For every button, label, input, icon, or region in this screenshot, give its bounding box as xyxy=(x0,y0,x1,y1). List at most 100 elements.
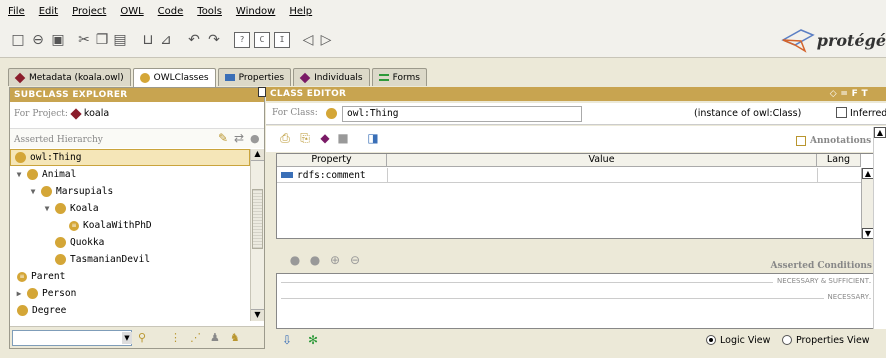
defined-class-icon: ≡ xyxy=(17,271,27,282)
paste-icon[interactable]: ▤ xyxy=(112,32,128,48)
new-annotation-icon[interactable]: ⎙ xyxy=(278,131,292,145)
tree-row[interactable]: owl:Thing xyxy=(10,149,250,166)
forward-icon[interactable]: ▷ xyxy=(318,32,334,48)
class-circle-icon xyxy=(326,108,337,119)
cluster-icon[interactable]: ♞ xyxy=(230,331,240,344)
cut-icon[interactable]: ✂ xyxy=(76,32,92,48)
new-project-icon[interactable]: □ xyxy=(10,32,26,48)
add-named-class-icon[interactable]: ⊕ xyxy=(328,253,342,267)
collapse-icon[interactable]: ▼ xyxy=(42,204,52,213)
class-circle-icon xyxy=(55,203,66,214)
tree-row-label: owl:Thing xyxy=(30,152,82,163)
tree-row-label: Person xyxy=(42,288,77,299)
collapse-icon[interactable]: ▼ xyxy=(28,187,38,196)
tree-row[interactable]: ≡Female xyxy=(10,319,250,321)
add-value-icon[interactable]: ⎘ xyxy=(298,131,312,145)
diamond-icon xyxy=(70,107,82,120)
collapse-split-icon[interactable] xyxy=(258,87,266,97)
open-project-icon[interactable]: ⊖ xyxy=(30,32,46,48)
tab-individuals[interactable]: Individuals xyxy=(293,68,370,86)
tree-row-label: Koala xyxy=(70,203,99,214)
menu-file[interactable]: File xyxy=(8,6,25,17)
class-editor: CLASS EDITOR ◇ = F T For Class: owl:Thin… xyxy=(266,87,886,349)
copy-icon[interactable]: ❐ xyxy=(94,32,110,48)
menu-window[interactable]: Window xyxy=(236,6,275,17)
properties-view-radio[interactable] xyxy=(782,335,792,345)
class-name-field[interactable]: owl:Thing xyxy=(342,106,582,122)
tree-scrollbar[interactable]: ▲ ▼ xyxy=(250,149,264,321)
individual-nav-icon[interactable]: I xyxy=(274,32,290,48)
tree-row-label: TasmanianDevil xyxy=(70,254,151,265)
editor-footer: ⇩ ✻ Logic View Properties View xyxy=(280,333,870,347)
tree-row[interactable]: ▼ Marsupials xyxy=(10,183,250,200)
bug-icon[interactable]: ✻ xyxy=(306,333,320,347)
tree-row[interactable]: TasmanianDevil xyxy=(10,251,250,268)
table-row[interactable]: rdfs:comment xyxy=(277,168,861,183)
tree-row[interactable]: Degree xyxy=(10,302,250,319)
inferred-view-checkbox[interactable] xyxy=(836,107,847,118)
tab-properties[interactable]: Properties xyxy=(217,68,292,86)
search-dropdown-icon[interactable]: ▼ xyxy=(122,332,132,344)
redo-icon[interactable]: ↷ xyxy=(206,32,222,48)
protege-logo-icon xyxy=(781,29,815,53)
search-input[interactable] xyxy=(12,330,132,346)
tree-row-label: Animal xyxy=(42,169,77,180)
save-project-icon[interactable]: ▣ xyxy=(50,32,66,48)
tab-metadata[interactable]: Metadata (koala.owl) xyxy=(8,68,131,86)
insert-icon[interactable]: ⊔ xyxy=(140,32,156,48)
tab-bar: Metadata (koala.owl) OWLClasses Properti… xyxy=(8,68,427,87)
class-circle-icon xyxy=(139,73,150,83)
menu-bar: File Edit Project OWL Code Tools Window … xyxy=(0,0,886,22)
collapse-icon[interactable]: ⋰ xyxy=(190,331,201,344)
query-icon[interactable]: ? xyxy=(234,32,250,48)
toolbar: □ ⊖ ▣ ✂ ❐ ▤ ⊔ ⊿ ↶ ↷ ? C I ◁ ▷ protégé xyxy=(0,22,886,58)
tree-row-label: KoalaWithPhD xyxy=(83,220,152,231)
expand-icon[interactable]: ▶ xyxy=(14,289,24,298)
subclass-explorer-header: SUBCLASS EXPLORER xyxy=(10,88,264,102)
widget-icon[interactable]: ◨ xyxy=(366,131,380,145)
tree-row[interactable]: ≡ KoalaWithPhD xyxy=(10,217,250,234)
tree-row[interactable]: ▼ Koala xyxy=(10,200,250,217)
back-icon[interactable]: ◁ xyxy=(300,32,316,48)
create-subclass-icon[interactable]: ✎ xyxy=(218,131,228,145)
menu-tools[interactable]: Tools xyxy=(197,6,222,17)
find-icon[interactable]: ⚲ xyxy=(138,331,146,344)
collapse-icon[interactable]: ▼ xyxy=(14,170,24,179)
remove-condition-icon[interactable]: ⊖ xyxy=(348,253,362,267)
editor-scrollbar[interactable]: ▲ xyxy=(873,127,886,329)
export-icon[interactable]: ⊿ xyxy=(158,32,174,48)
tree-row[interactable]: ▶ Person xyxy=(10,285,250,302)
add-individual-icon[interactable]: ◆ xyxy=(318,131,332,145)
create-condition-icon[interactable]: ● xyxy=(308,253,322,267)
delete-class-icon[interactable]: ● xyxy=(250,132,260,145)
tab-owlclasses[interactable]: OWLClasses xyxy=(132,68,216,87)
import-icon[interactable]: ⇩ xyxy=(280,333,294,347)
tree-row[interactable]: ≡ Parent xyxy=(10,268,250,285)
for-class-row: For Class: owl:Thing (instance of owl:Cl… xyxy=(266,103,886,125)
menu-edit[interactable]: Edit xyxy=(39,6,58,17)
class-circle-icon xyxy=(55,237,66,248)
tree-row[interactable]: ▼ Animal xyxy=(10,166,250,183)
class-circle-icon xyxy=(27,288,38,299)
create-sibling-icon[interactable]: ⇄ xyxy=(234,131,244,145)
logic-view-radio[interactable] xyxy=(706,335,716,345)
tree-row[interactable]: Quokka xyxy=(10,234,250,251)
menu-project[interactable]: Project xyxy=(72,6,106,17)
properties-icon[interactable]: ♟ xyxy=(210,331,220,344)
tab-forms[interactable]: Forms xyxy=(371,68,427,86)
annotations-icon xyxy=(796,136,806,146)
tree-row-label: Degree xyxy=(32,305,67,316)
undo-icon[interactable]: ↶ xyxy=(186,32,202,48)
property-rect-icon xyxy=(281,172,293,178)
project-row: For Project: koala xyxy=(14,107,110,120)
remove-icon[interactable]: ■ xyxy=(336,131,350,145)
header-tools-icon[interactable]: ◇ = F T xyxy=(830,87,868,101)
menu-code[interactable]: Code xyxy=(158,6,184,17)
class-nav-icon[interactable]: C xyxy=(254,32,270,48)
menu-help[interactable]: Help xyxy=(289,6,312,17)
expand-icon[interactable]: ⋮ xyxy=(170,331,181,344)
class-tree: owl:Thing ▼ Animal ▼ Marsupials ▼ Koala ≡ KoalaW… xyxy=(10,149,264,321)
hierarchy-bar: Asserted Hierarchy ✎ ⇄ ● xyxy=(10,128,264,148)
menu-owl[interactable]: OWL xyxy=(120,6,143,17)
create-restriction-icon[interactable]: ● xyxy=(288,253,302,267)
